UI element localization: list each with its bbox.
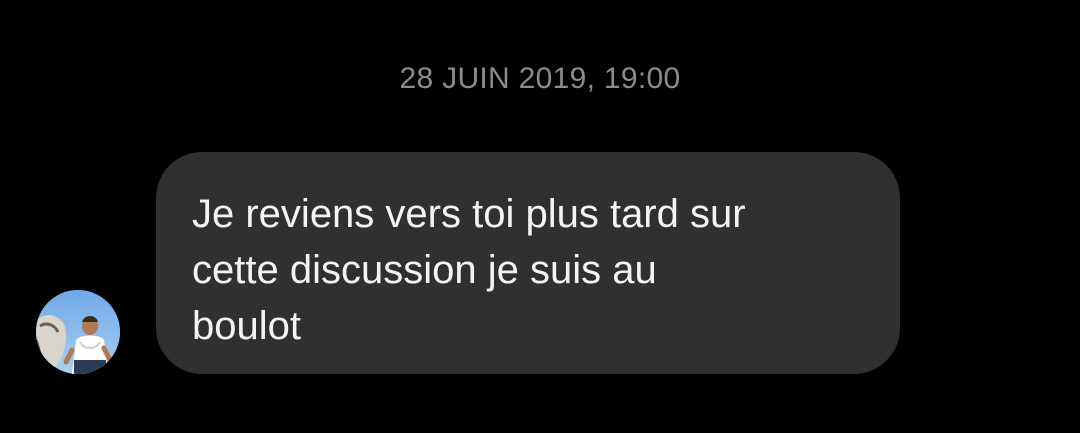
message-row: Je reviens vers toi plus tard sur cette …	[0, 0, 1080, 433]
contact-avatar[interactable]	[36, 290, 120, 374]
message-text: Je reviens vers toi plus tard sur cette …	[192, 192, 746, 348]
message-bubble[interactable]: Je reviens vers toi plus tard sur cette …	[156, 152, 900, 374]
avatar-photo-icon	[36, 290, 120, 374]
